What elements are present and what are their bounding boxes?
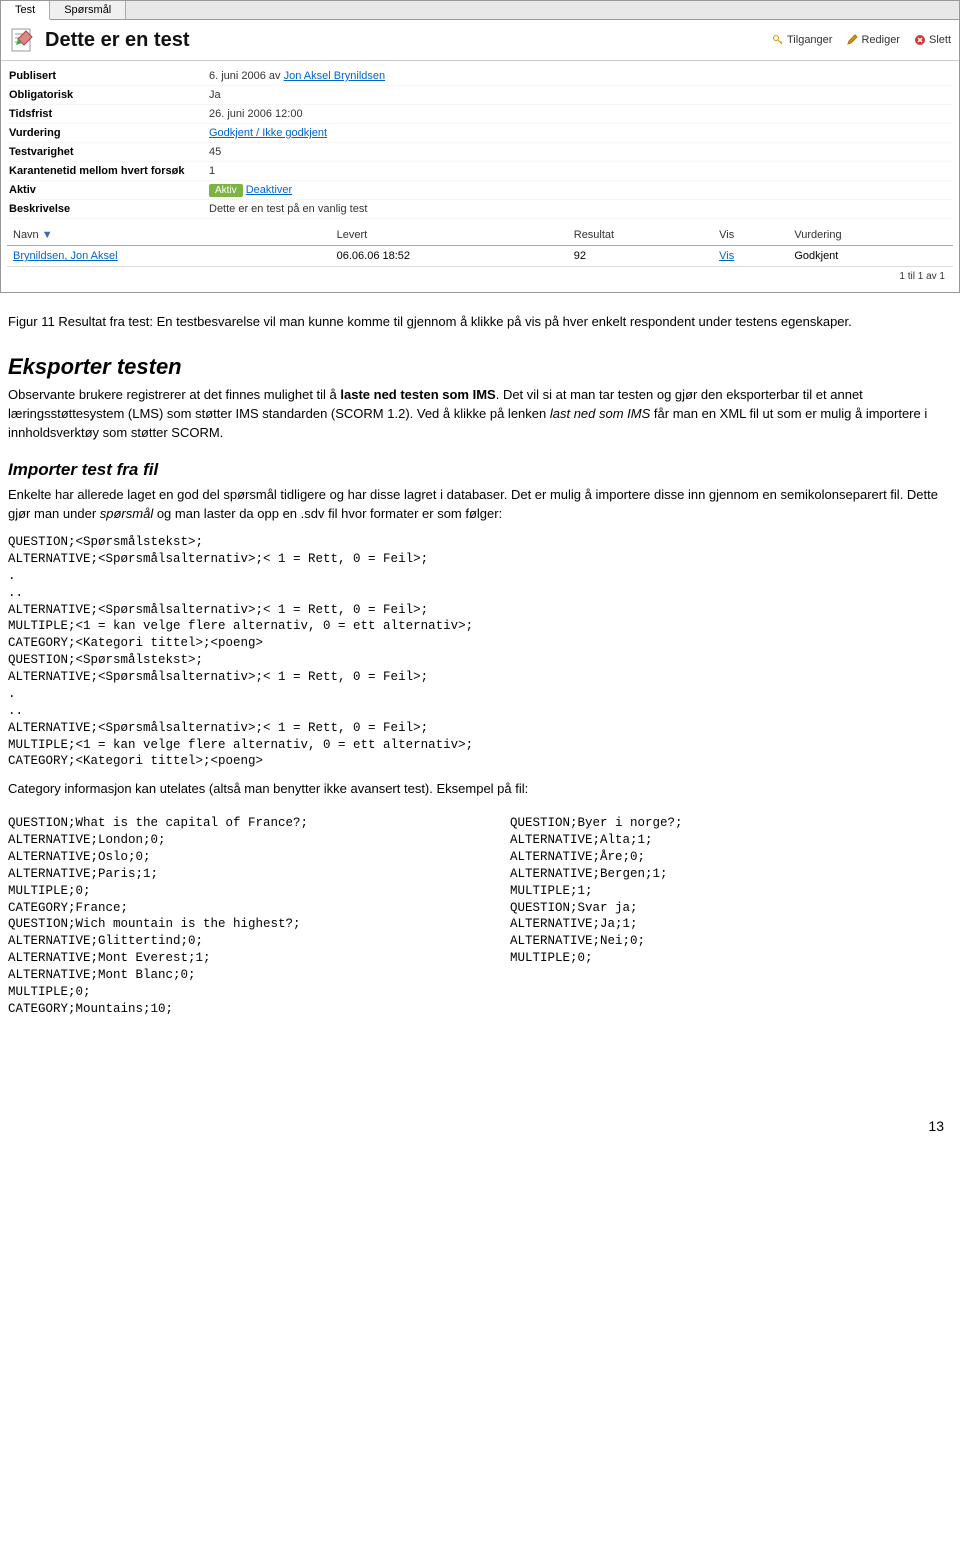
prop-label: Publisert <box>9 70 209 82</box>
key-icon <box>772 34 784 46</box>
rediger-label: Rediger <box>861 34 900 46</box>
pagination-text: 1 til 1 av 1 <box>7 267 953 286</box>
prop-label: Tidsfrist <box>9 108 209 120</box>
heading-importer: Importer test fra fil <box>8 460 952 480</box>
category-note: Category informasjon kan utelates (altså… <box>8 780 952 799</box>
prop-label: Obligatorisk <box>9 89 209 101</box>
cell-levert: 06.06.06 18:52 <box>331 246 568 267</box>
prop-value: Dette er en test på en vanlig test <box>209 203 367 215</box>
header-actions: Tilganger Rediger Slett <box>772 34 951 46</box>
vis-link[interactable]: Vis <box>719 250 734 262</box>
vurdering-link[interactable]: Godkjent / Ikke godkjent <box>209 127 327 139</box>
sort-down-icon: ▼ <box>42 229 53 241</box>
col-vis[interactable]: Vis <box>713 225 788 246</box>
tab-sporsmal[interactable]: Spørsmål <box>50 1 126 19</box>
col-resultat[interactable]: Resultat <box>568 225 713 246</box>
prop-label: Karantenetid mellom hvert forsøk <box>9 165 209 177</box>
prop-publisert: Publisert 6. juni 2006 av Jon Aksel Bryn… <box>9 67 951 86</box>
tilganger-link[interactable]: Tilganger <box>772 34 832 46</box>
prop-tidsfrist: Tidsfrist 26. juni 2006 12:00 <box>9 105 951 124</box>
prop-label: Aktiv <box>9 184 209 196</box>
prop-value: 1 <box>209 165 215 177</box>
prop-value: Godkjent / Ikke godkjent <box>209 127 327 139</box>
test-icon <box>9 26 37 54</box>
header-row: Dette er en test Tilganger Rediger Slett <box>1 20 959 61</box>
prop-label: Vurdering <box>9 127 209 139</box>
publisert-author-link[interactable]: Jon Aksel Brynildsen <box>284 70 386 82</box>
tab-bar: Test Spørsmål <box>1 1 959 20</box>
prop-obligatorisk: Obligatorisk Ja <box>9 86 951 105</box>
active-badge: Aktiv <box>209 184 243 197</box>
cell-vurdering: Godkjent <box>788 246 953 267</box>
prop-label: Testvarighet <box>9 146 209 158</box>
table-row: Brynildsen, Jon Aksel 06.06.06 18:52 92 … <box>7 246 953 267</box>
col-levert[interactable]: Levert <box>331 225 568 246</box>
deaktiver-link[interactable]: Deaktiver <box>246 184 292 196</box>
example-columns: QUESTION;What is the capital of France?;… <box>8 805 952 1028</box>
slett-label: Slett <box>929 34 951 46</box>
prop-value: 6. juni 2006 av Jon Aksel Brynildsen <box>209 70 385 82</box>
pencil-icon <box>846 34 858 46</box>
prop-karantene: Karantenetid mellom hvert forsøk 1 <box>9 162 951 181</box>
prop-value: 45 <box>209 146 221 158</box>
page-title: Dette er en test <box>45 29 772 52</box>
delete-icon <box>914 34 926 46</box>
prop-label: Beskrivelse <box>9 203 209 215</box>
importer-paragraph: Enkelte har allerede laget en god del sp… <box>8 486 952 524</box>
col-navn[interactable]: Navn ▼ <box>7 225 331 246</box>
publisert-date: 6. juni 2006 av <box>209 70 284 82</box>
prop-value: Ja <box>209 89 221 101</box>
eksporter-paragraph: Observante brukere registrerer at det fi… <box>8 386 952 443</box>
tab-test[interactable]: Test <box>1 1 50 20</box>
heading-eksporter: Eksporter testen <box>8 354 952 380</box>
results-table-wrap: Navn ▼ Levert Resultat Vis Vurdering Bry… <box>1 225 959 292</box>
respondent-link[interactable]: Brynildsen, Jon Aksel <box>13 250 118 262</box>
figure-caption: Figur 11 Resultat fra test: En testbesva… <box>8 313 952 332</box>
prop-value: Aktiv Deaktiver <box>209 184 292 196</box>
prop-testvarighet: Testvarighet 45 <box>9 143 951 162</box>
prop-value: 26. juni 2006 12:00 <box>209 108 303 120</box>
prop-beskrivelse: Beskrivelse Dette er en test på en vanli… <box>9 200 951 219</box>
example-left: QUESTION;What is the capital of France?;… <box>8 815 450 1018</box>
page-number: 13 <box>0 1058 960 1150</box>
prop-vurdering: Vurdering Godkjent / Ikke godkjent <box>9 124 951 143</box>
col-vurdering[interactable]: Vurdering <box>788 225 953 246</box>
property-list: Publisert 6. juni 2006 av Jon Aksel Bryn… <box>1 61 959 225</box>
test-admin-panel: Test Spørsmål Dette er en test Tilganger <box>0 0 960 293</box>
tilganger-label: Tilganger <box>787 34 832 46</box>
results-table: Navn ▼ Levert Resultat Vis Vurdering Bry… <box>7 225 953 267</box>
rediger-link[interactable]: Rediger <box>846 34 900 46</box>
table-header-row: Navn ▼ Levert Resultat Vis Vurdering <box>7 225 953 246</box>
format-spec-block: QUESTION;<Spørsmålstekst>; ALTERNATIVE;<… <box>8 534 952 770</box>
prop-aktiv: Aktiv Aktiv Deaktiver <box>9 181 951 200</box>
slett-link[interactable]: Slett <box>914 34 951 46</box>
cell-resultat: 92 <box>568 246 713 267</box>
example-right: QUESTION;Byer i norge?; ALTERNATIVE;Alta… <box>510 815 952 1018</box>
document-body: Figur 11 Resultat fra test: En testbesva… <box>0 293 960 1058</box>
